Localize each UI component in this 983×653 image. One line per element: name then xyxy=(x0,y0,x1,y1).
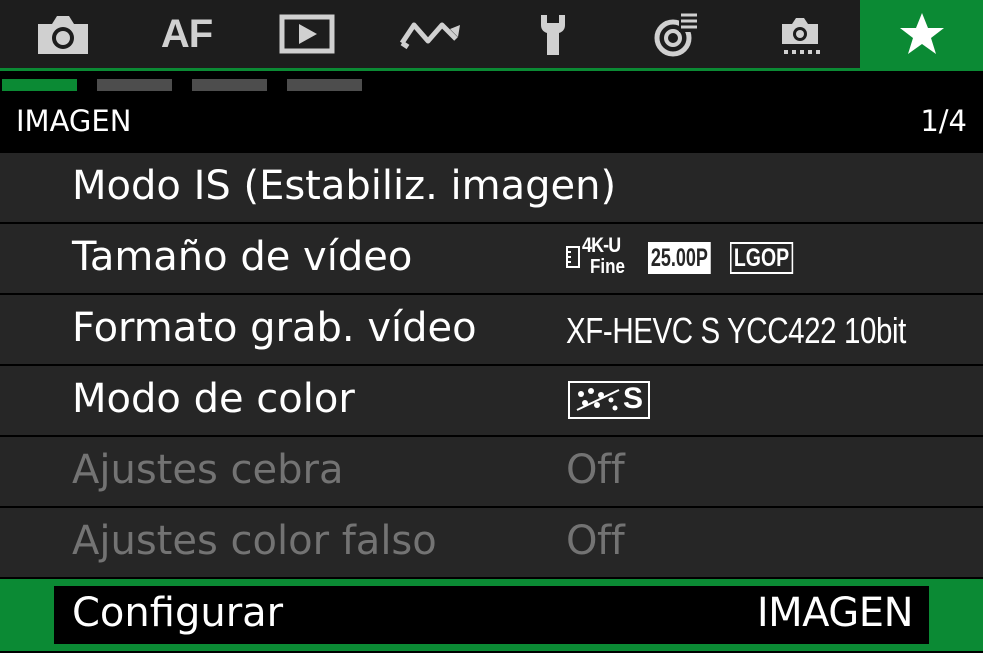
menu-item-label: Formato grab. vídeo xyxy=(72,305,477,351)
page-dot-2 xyxy=(97,79,172,91)
menu-item-video-size[interactable]: Tamaño de vídeo 4K-U Fine 25.00P LGOP xyxy=(0,224,983,293)
menu-tab-bar: AF xyxy=(0,0,983,68)
menu-list: Modo IS (Estabiliz. imagen) Tamaño de ví… xyxy=(0,153,983,653)
tab-playback[interactable] xyxy=(259,0,354,68)
menu-item-false-color[interactable]: Ajustes color falso Off xyxy=(0,508,983,577)
menu-item-label: Modo IS (Estabiliz. imagen) xyxy=(72,163,617,209)
menu-item-label: Configurar xyxy=(72,590,284,636)
menu-item-recording-format[interactable]: Formato grab. vídeo XF-HEVC S YCC422 10b… xyxy=(0,295,983,364)
selection-highlight: Configurar IMAGEN xyxy=(54,586,929,644)
video-size-badge: 4K-U Fine 25.00P LGOP xyxy=(566,234,816,282)
menu-item-color-mode[interactable]: Modo de color S xyxy=(0,366,983,435)
video-quality: Fine xyxy=(590,256,625,278)
video-resolution: 4K-U xyxy=(582,234,621,257)
network-icon xyxy=(654,12,699,57)
color-mode-badge: S xyxy=(568,381,650,419)
tab-af[interactable]: AF xyxy=(139,0,234,68)
menu-item-value: Off xyxy=(566,518,625,564)
tab-shooting[interactable] xyxy=(15,0,110,68)
tab-network[interactable] xyxy=(630,0,725,68)
tab-custom[interactable] xyxy=(383,0,478,68)
tab-camera-settings[interactable] xyxy=(752,0,847,68)
page-dot-3 xyxy=(192,79,267,91)
menu-item-label: Modo de color xyxy=(72,376,355,422)
af-label: AF xyxy=(160,11,213,56)
custom-wave-icon xyxy=(399,22,460,50)
menu-item-configure[interactable]: Configurar IMAGEN xyxy=(0,579,983,651)
color-mode-letter: S xyxy=(623,382,644,415)
menu-item-value: XF-HEVC S YCC422 10bit xyxy=(566,310,906,351)
color-mode-icon xyxy=(576,388,620,411)
menu-item-label: Ajustes cebra xyxy=(72,447,344,493)
menu-item-value: IMAGEN xyxy=(756,590,914,636)
camera-settings-icon xyxy=(781,18,820,54)
page-dot-1 xyxy=(2,79,77,91)
menu-item-value: Off xyxy=(566,447,625,493)
star-icon xyxy=(899,13,944,54)
tab-setup[interactable] xyxy=(505,0,600,68)
tab-underline xyxy=(0,68,983,71)
wrench-icon xyxy=(540,15,565,55)
page-dot-4 xyxy=(287,79,362,91)
menu-item-is-mode[interactable]: Modo IS (Estabiliz. imagen) xyxy=(0,153,983,222)
camera-icon xyxy=(37,16,88,54)
menu-item-label: Tamaño de vídeo xyxy=(72,234,413,280)
compression-badge: LGOP xyxy=(730,242,794,274)
menu-item-label: Ajustes color falso xyxy=(72,518,437,564)
menu-title: IMAGEN xyxy=(16,104,132,138)
menu-header: IMAGEN 1/4 xyxy=(0,96,983,152)
page-number: 1/4 xyxy=(920,104,967,138)
playback-icon xyxy=(279,14,334,54)
frame-rate-badge: 25.00P xyxy=(648,242,711,274)
tab-my-menu[interactable] xyxy=(860,0,983,68)
video-frame-icon xyxy=(566,246,580,268)
menu-item-zebra[interactable]: Ajustes cebra Off xyxy=(0,437,983,506)
